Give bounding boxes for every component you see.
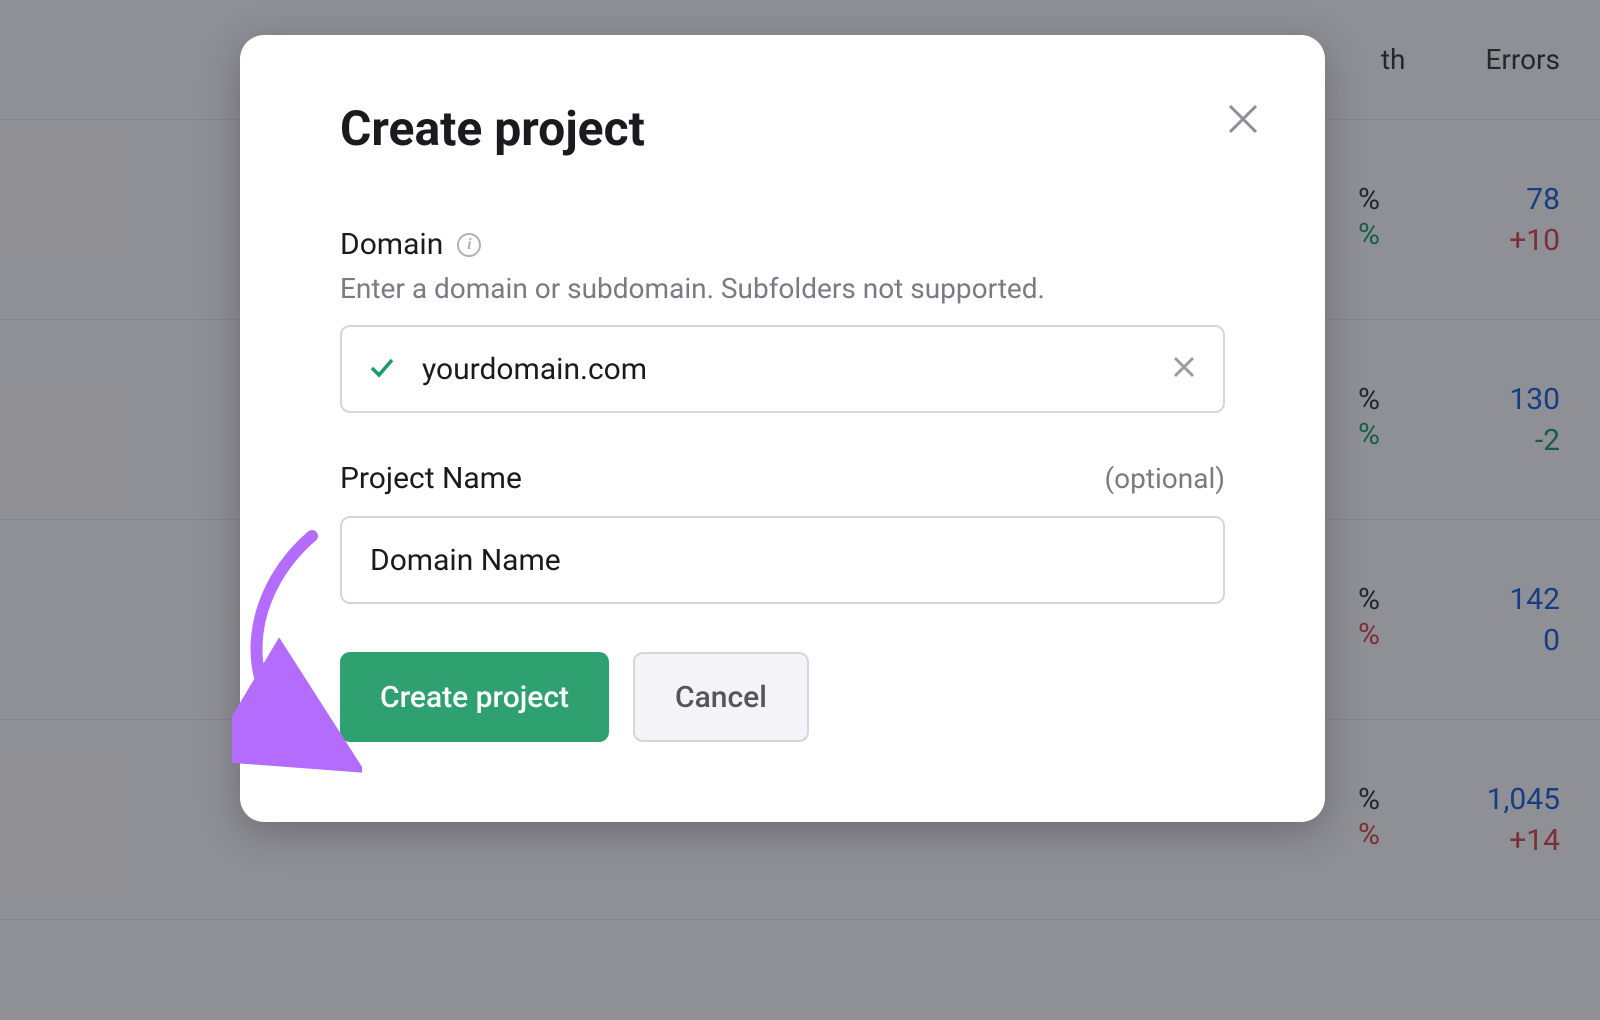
domain-hint: Enter a domain or subdomain. Subfolders … [340,272,1225,305]
project-name-input[interactable] [340,516,1225,604]
clear-domain-button[interactable] [1171,354,1197,384]
create-project-button[interactable]: Create project [340,652,609,742]
modal-title: Create project [340,100,1225,157]
project-name-input-wrap [340,516,1225,604]
close-icon [1225,101,1261,137]
create-project-modal: Create project Domain i Enter a domain o… [240,35,1325,822]
info-icon[interactable]: i [457,233,481,257]
project-name-label-row: Project Name (optional) [340,461,1225,496]
domain-label-row: Domain i [340,227,1225,262]
check-icon [368,353,396,385]
close-button[interactable] [1219,95,1267,143]
domain-input-wrap [340,325,1225,413]
optional-tag: (optional) [1105,462,1225,495]
button-row: Create project Cancel [340,652,1225,742]
project-name-label: Project Name [340,461,522,496]
domain-label: Domain [340,227,443,262]
domain-input[interactable] [340,325,1225,413]
clear-icon [1171,354,1197,380]
cancel-button[interactable]: Cancel [633,652,809,742]
